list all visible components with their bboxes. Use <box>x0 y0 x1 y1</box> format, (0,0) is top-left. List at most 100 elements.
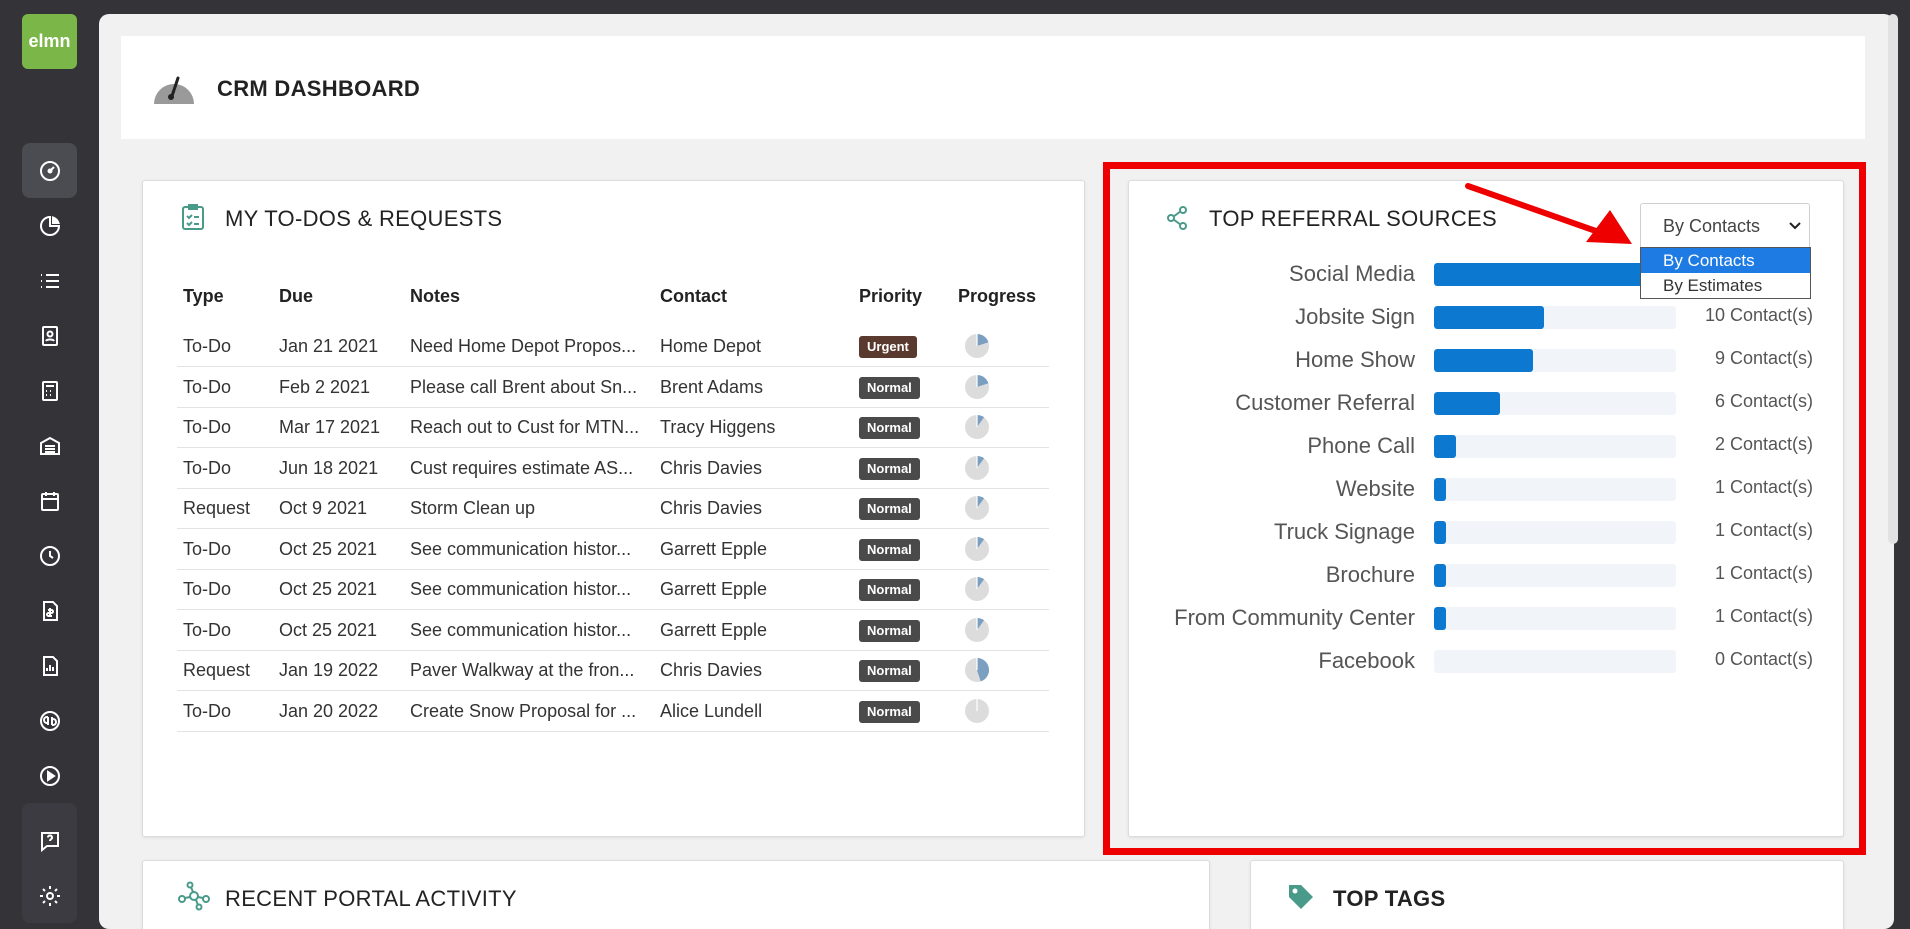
table-row[interactable]: Request Oct 9 2021 Storm Clean up Chris Dav… <box>177 489 1049 529</box>
cell-due: Jan 20 2022 <box>279 700 379 721</box>
cell-due: Oct 9 2021 <box>279 498 368 518</box>
cell-type: Request <box>183 498 251 518</box>
share-icon <box>1167 206 1187 230</box>
option-by-estimates[interactable]: By Estimates <box>1641 273 1810 298</box>
bar-value-label: 6 Contact(s) <box>1714 391 1813 411</box>
cell-notes: Paver Walkway at the fron... <box>410 660 635 680</box>
referral-label: Website <box>1335 476 1415 501</box>
progress-pie <box>965 577 989 601</box>
clock-icon[interactable] <box>22 528 77 583</box>
calculator-icon[interactable] <box>22 363 77 418</box>
bar-value-label: 1 Contact(s) <box>1714 606 1813 626</box>
main-content: CRM DASHBOARD MY TO-DOS & REQUESTS Type … <box>99 14 1894 929</box>
column-header-contact[interactable]: Contact <box>660 286 727 307</box>
column-header-due[interactable]: Due <box>279 286 313 307</box>
cell-type: To-Do <box>183 417 232 437</box>
progress-pie <box>965 334 989 358</box>
referral-mode-value: By Contacts <box>1663 216 1761 236</box>
page-header: CRM DASHBOARD <box>121 36 1865 139</box>
table-row[interactable]: To-Do Oct 25 2021 See communication histor… <box>177 570 1049 610</box>
priority-badge: Normal <box>859 660 920 682</box>
top-tags-card: TOP TAGS <box>1250 860 1844 929</box>
column-header-type[interactable]: Type <box>183 286 224 307</box>
quickbooks-icon[interactable] <box>22 693 77 748</box>
cell-due: Oct 25 2021 <box>279 619 378 640</box>
cell-contact: Tracy Higgens <box>660 417 776 437</box>
cell-contact: Chris Davies <box>660 457 763 478</box>
cell-contact: Alice Lundell <box>660 700 763 721</box>
priority-badge: Normal <box>859 376 920 399</box>
referral-row: Brochure 1 Contact(s) <box>1129 554 1845 594</box>
referral-row: Website 1 Contact(s) <box>1129 468 1845 508</box>
cell-contact: Chris Davies <box>660 660 763 680</box>
cell-type: To-Do <box>183 579 232 599</box>
calendar-icon[interactable] <box>22 473 77 528</box>
referral-label: Customer Referral <box>1235 390 1415 415</box>
invoice-icon[interactable] <box>22 583 77 638</box>
cell-due: Jan 19 2022 <box>279 660 379 680</box>
bar-track <box>1434 521 1676 544</box>
todos-title: MY TO-DOS & REQUESTS <box>225 206 503 231</box>
referral-row: Facebook 0 Contact(s) <box>1129 640 1845 680</box>
referral-label: Phone Call <box>1307 433 1415 458</box>
referral-sources-title: TOP REFERRAL SOURCES <box>1209 206 1497 231</box>
progress-pie <box>965 617 989 642</box>
table-row[interactable]: To-Do Jan 20 2022 Create Snow Proposal for… <box>177 692 1049 732</box>
dashboard-icon[interactable] <box>22 143 77 198</box>
settings-icon[interactable] <box>22 868 77 923</box>
pie-chart-icon[interactable] <box>22 198 77 253</box>
priority-badge: Normal <box>859 538 920 561</box>
table-row[interactable]: To-Do Jan 21 2021 Need Home Depot Propos..… <box>177 327 1049 367</box>
play-icon[interactable] <box>22 748 77 803</box>
cell-notes: Cust requires estimate AS... <box>410 457 634 478</box>
bar-value-label: 1 Contact(s) <box>1714 563 1813 583</box>
cell-type: To-Do <box>183 700 232 721</box>
bar <box>1434 306 1544 329</box>
referral-row: Customer Referral 6 Contact(s) <box>1129 382 1845 422</box>
bar-value-label: 9 Contact(s) <box>1714 348 1813 368</box>
progress-pie <box>965 698 989 723</box>
cell-type: To-Do <box>183 619 232 640</box>
help-icon[interactable] <box>22 813 77 868</box>
table-row[interactable]: Request Jan 19 2022 Paver Walkway at the f… <box>177 651 1049 691</box>
chevron-down-icon <box>1789 222 1801 230</box>
top-tags-title: TOP TAGS <box>1333 886 1446 911</box>
priority-badge: Normal <box>859 498 920 520</box>
scrollbar[interactable] <box>1888 14 1898 544</box>
cell-due: Jan 21 2021 <box>279 336 379 356</box>
app-logo[interactable]: elmn <box>22 14 77 69</box>
cell-type: To-Do <box>183 336 232 356</box>
todos-card: MY TO-DOS & REQUESTS Type Due Notes Cont… <box>142 180 1085 837</box>
table-row[interactable]: To-Do Mar 17 2021 Reach out to Cust for MT… <box>177 408 1049 448</box>
cell-notes: Create Snow Proposal for ... <box>410 700 637 721</box>
cell-contact: Brent Adams <box>660 376 764 397</box>
annotation-arrow <box>1465 183 1632 244</box>
option-by-contacts[interactable]: By Contacts <box>1641 248 1810 273</box>
referral-mode-select[interactable]: By Contacts <box>1640 203 1810 249</box>
referral-label: Brochure <box>1325 562 1415 587</box>
report-icon[interactable] <box>22 638 77 693</box>
referral-label: From Community Center <box>1174 605 1415 630</box>
referral-label: Facebook <box>1318 648 1415 673</box>
contact-card-icon[interactable] <box>22 308 77 363</box>
sidebar: elmn <box>0 0 99 929</box>
bar-track <box>1434 435 1676 458</box>
warehouse-icon[interactable] <box>22 418 77 473</box>
bar <box>1434 349 1533 372</box>
table-row[interactable]: To-Do Jun 18 2021 Cust requires estimate A… <box>177 449 1049 489</box>
column-header-priority[interactable]: Priority <box>859 286 922 307</box>
cell-due: Oct 25 2021 <box>279 579 378 599</box>
bar <box>1434 435 1456 458</box>
column-header-notes[interactable]: Notes <box>410 286 460 307</box>
list-icon[interactable] <box>22 253 77 308</box>
cell-contact: Garrett Epple <box>660 619 768 640</box>
priority-badge: Normal <box>859 417 920 439</box>
cell-contact: Garrett Epple <box>660 538 768 559</box>
cell-due: Feb 2 2021 <box>279 376 371 397</box>
table-row[interactable]: To-Do Oct 25 2021 See communication histor… <box>177 530 1049 570</box>
tag-icon <box>1289 885 1313 909</box>
table-row[interactable]: To-Do Feb 2 2021 Please call Brent about S… <box>177 368 1049 408</box>
cell-type: To-Do <box>183 457 232 478</box>
column-header-progress[interactable]: Progress <box>958 286 1036 307</box>
table-row[interactable]: To-Do Oct 25 2021 See communication histor… <box>177 611 1049 651</box>
